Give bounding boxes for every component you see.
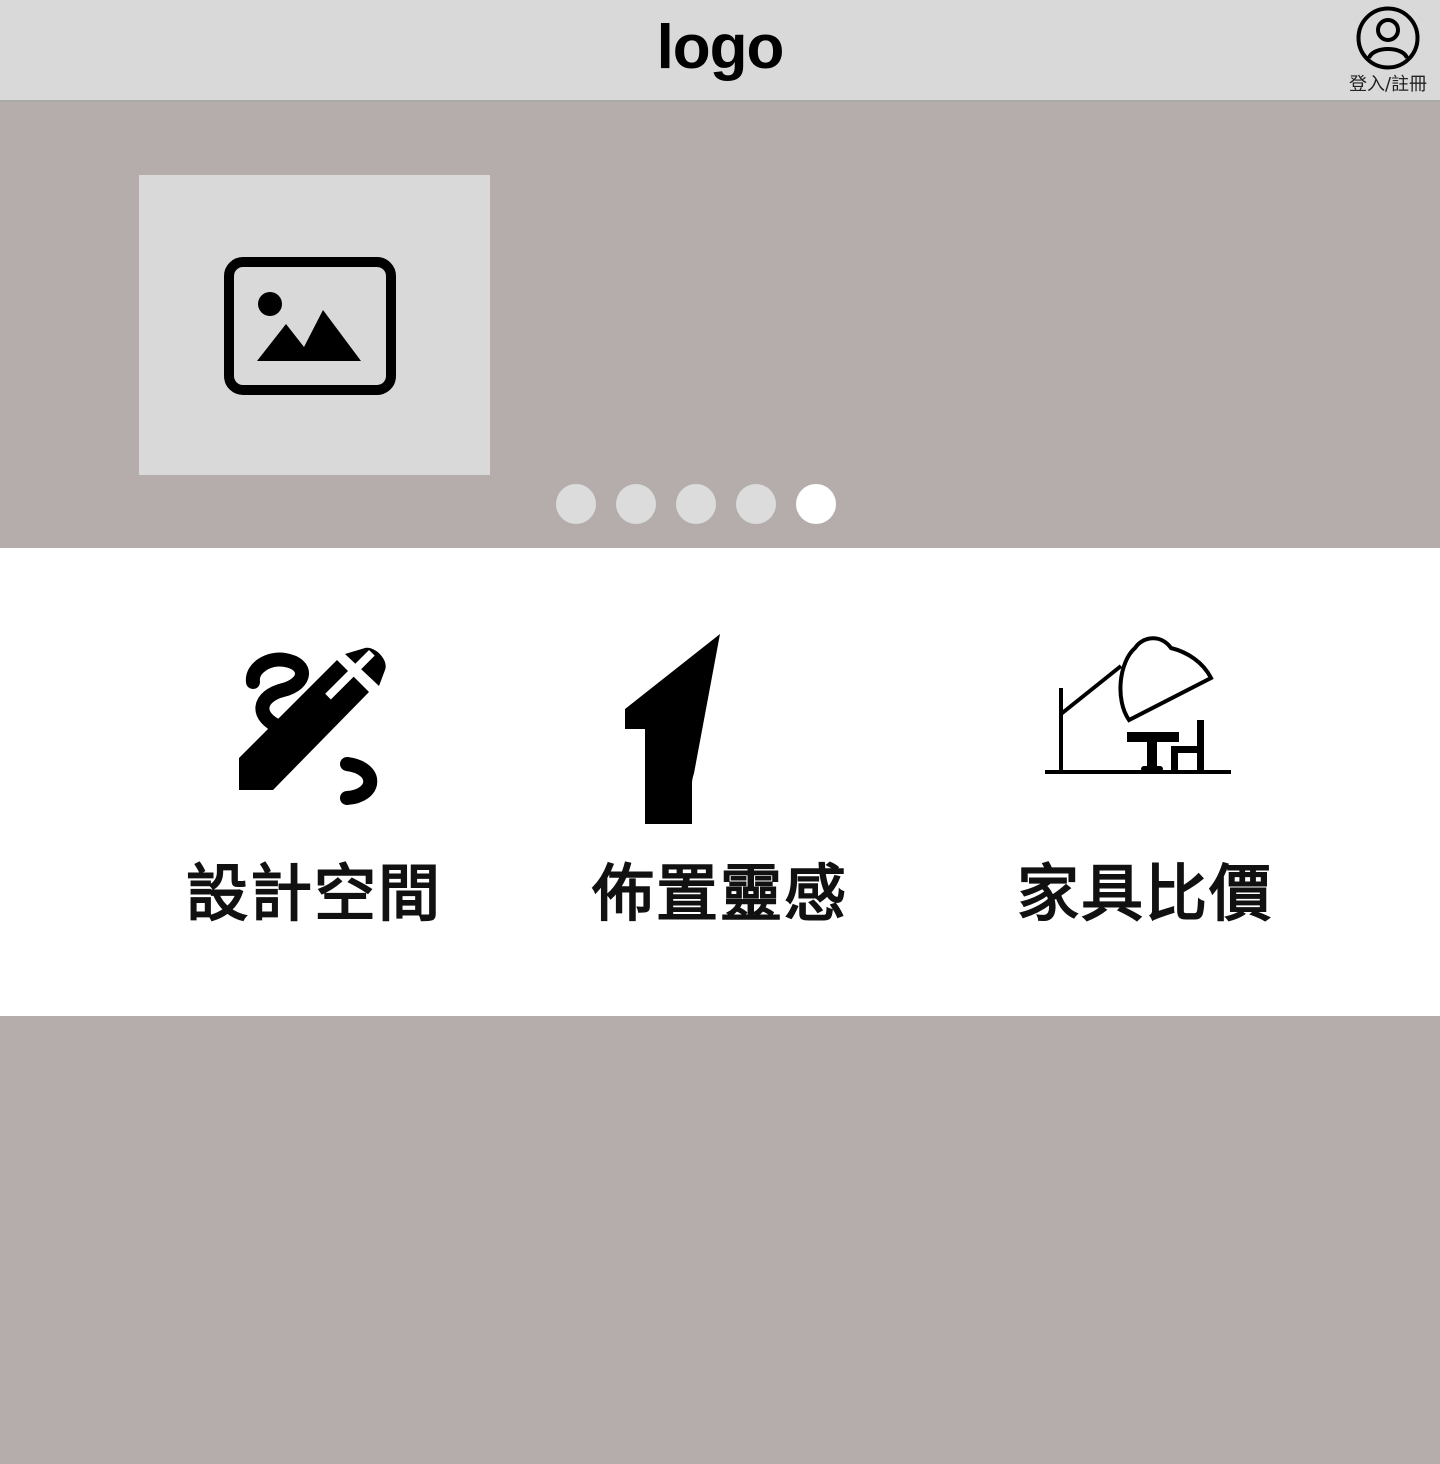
login-register-label: 登入/註冊 [1348, 74, 1428, 95]
feature-section: 設計空間 佈置靈感 家具比價 [0, 548, 1440, 1016]
hero-image-placeholder [139, 175, 490, 475]
carousel-dot-5[interactable] [796, 484, 836, 524]
user-circle-icon [1356, 6, 1420, 70]
bottom-section [0, 1016, 1440, 1464]
login-register-button[interactable]: 登入/註冊 [1342, 6, 1434, 96]
feature-design-space-label: 設計空間 [185, 857, 442, 930]
image-placeholder-icon [224, 257, 396, 395]
feature-decor-inspiration[interactable]: 佈置靈感 [560, 618, 880, 938]
carousel-dot-1[interactable] [556, 484, 596, 524]
top-header: logo 登入/註冊 [0, 0, 1440, 102]
house-icon [625, 634, 748, 824]
logo[interactable]: logo [0, 8, 1440, 88]
feature-decor-inspiration-label: 佈置靈感 [591, 857, 848, 930]
hero-banner [0, 102, 1440, 548]
feature-furniture-compare[interactable]: 家具比價 [985, 618, 1305, 938]
feature-furniture-compare-label: 家具比價 [1016, 857, 1273, 930]
carousel-dot-2[interactable] [616, 484, 656, 524]
carousel-dot-3[interactable] [676, 484, 716, 524]
desk-lamp-furniture-icon [1045, 636, 1231, 774]
feature-design-space[interactable]: 設計空間 [154, 618, 474, 938]
carousel-dot-4[interactable] [736, 484, 776, 524]
pencil-draw-icon [239, 647, 386, 805]
